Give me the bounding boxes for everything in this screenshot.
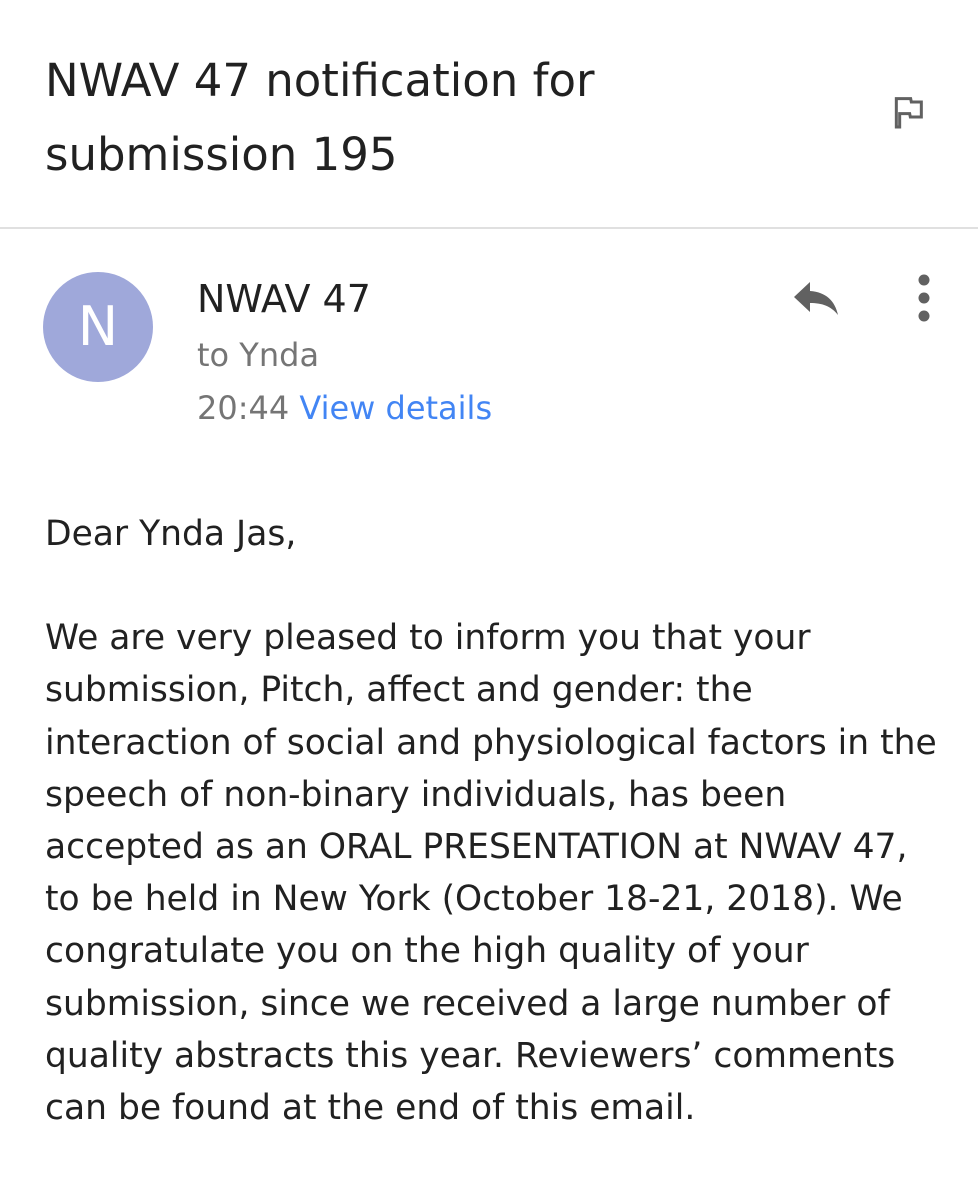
flag-icon bbox=[894, 97, 923, 129]
avatar[interactable]: N bbox=[43, 272, 153, 382]
email-subject: NWAV 47 notification for submission 195 bbox=[45, 54, 595, 181]
recipient-line: to Ynda bbox=[197, 336, 320, 374]
sender-row: N NWAV 47 to Ynda 20:44 View details bbox=[0, 230, 978, 450]
message-time: 20:44 bbox=[197, 389, 290, 427]
email-body: Dear Ynda Jas, We are very pleased to in… bbox=[45, 508, 945, 1134]
reply-button[interactable] bbox=[784, 270, 848, 326]
message-meta: 20:44 View details bbox=[197, 384, 492, 432]
email-paragraph: We are very pleased to inform you that y… bbox=[45, 618, 937, 1129]
view-details-link[interactable]: View details bbox=[299, 389, 492, 427]
more-options-button[interactable] bbox=[900, 266, 948, 330]
more-vert-icon bbox=[918, 274, 930, 322]
reply-icon bbox=[794, 282, 838, 315]
flag-button[interactable] bbox=[880, 84, 936, 140]
subject-header: NWAV 47 notification for submission 195 bbox=[0, 0, 978, 229]
email-greeting: Dear Ynda Jas, bbox=[45, 514, 297, 554]
sender-name[interactable]: NWAV 47 bbox=[197, 274, 371, 324]
